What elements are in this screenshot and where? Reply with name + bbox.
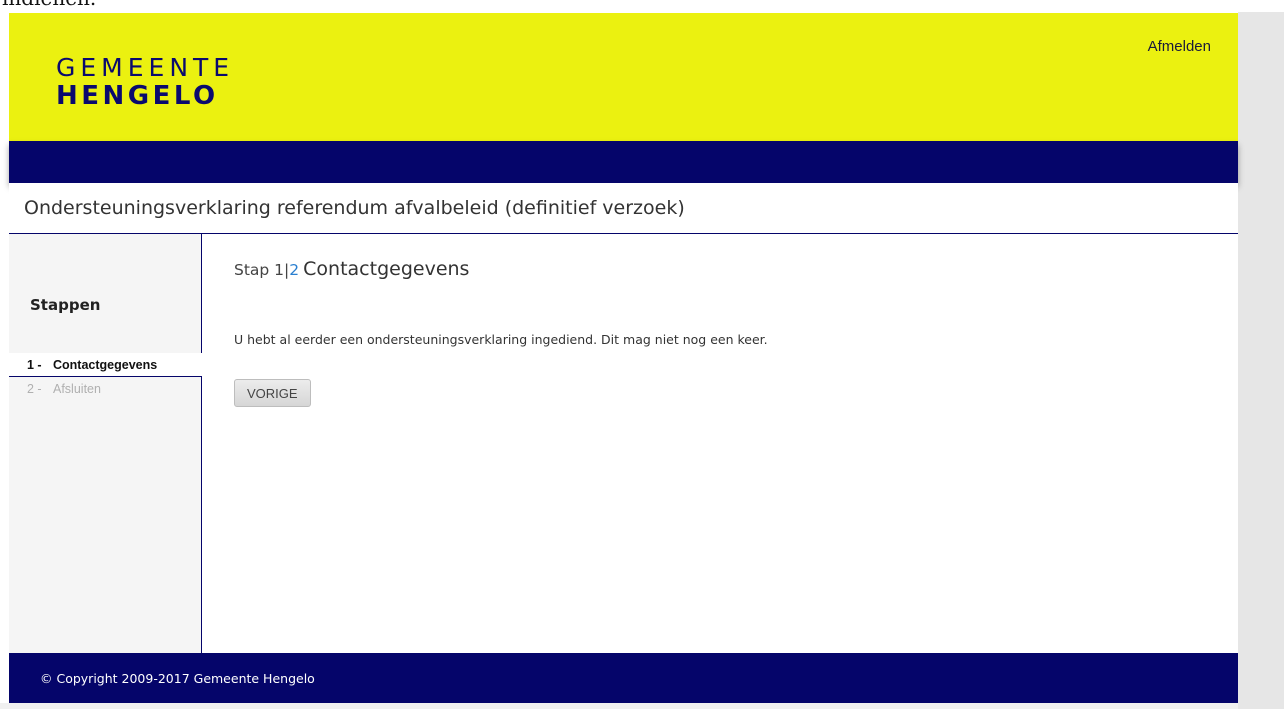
step-label: Contactgegevens [53,358,158,372]
step-item-contactgegevens[interactable]: 1 - Contactgegevens [9,353,202,377]
municipality-logo[interactable]: GEMEENTE HENGELO [56,54,234,111]
footer: © Copyright 2009-2017 Gemeente Hengelo [9,653,1238,703]
title-bar: Ondersteuningsverklaring referendum afva… [9,183,1238,234]
bottom-strip [0,703,1238,709]
step-label: Afsluiten [53,382,101,396]
previous-page-text: indienen. [2,0,96,8]
step-total: 2 [289,261,300,279]
header: GEMEENTE HENGELO Afmelden [9,13,1238,141]
logout-link[interactable]: Afmelden [1148,38,1211,55]
sidebar-heading: Stappen [30,296,101,314]
page-title: Ondersteuningsverklaring referendum afva… [24,197,685,219]
steps-sidebar: Stappen 1 - Contactgegevens 2 - Afsluiten [9,234,202,653]
logo-line-gemeente: GEMEENTE [56,53,235,82]
previous-button[interactable]: VORIGE [234,379,311,407]
step-indicator: Stap 1 [234,261,285,279]
step-title: Contactgegevens [303,258,470,280]
logo-line-hengelo: HENGELO [56,81,219,111]
step-item-afsluiten[interactable]: 2 - Afsluiten [9,377,202,401]
step-number: 1 - [27,358,42,372]
step-number: 2 - [27,382,42,396]
steps-list: 1 - Contactgegevens 2 - Afsluiten [9,353,202,401]
scrollbar[interactable] [1238,12,1284,709]
info-message: U hebt al eerder een ondersteuningsverkl… [234,332,768,347]
step-header: Stap 1|2 Contactgegevens [234,258,469,280]
navigation-bar [9,141,1238,183]
page-frame: GEMEENTE HENGELO Afmelden Ondersteunings… [9,13,1238,708]
copyright-text: © Copyright 2009-2017 Gemeente Hengelo [40,671,315,686]
